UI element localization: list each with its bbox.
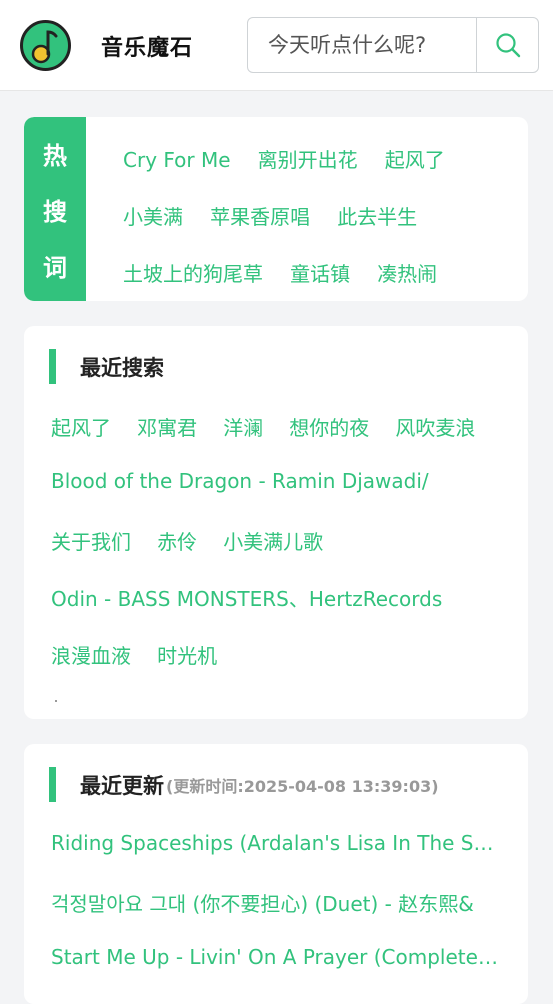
- recent-search-link[interactable]: Blood of the Dragon - Ramin Djawadi/: [51, 469, 429, 493]
- hot-search-badge: 热 搜 词: [24, 117, 86, 301]
- recent-search-link[interactable]: 风吹麦浪: [395, 416, 475, 440]
- recent-search-link[interactable]: 洋澜: [223, 416, 263, 440]
- update-timestamp: (更新时间:2025-04-08 13:39:03): [166, 776, 439, 796]
- hot-word-link[interactable]: 苹果香原唱: [210, 205, 310, 229]
- recent-search-link[interactable]: 浪漫血液: [51, 644, 131, 668]
- recent-search-link[interactable]: Odin - BASS MONSTERS、HertzRecords: [51, 587, 442, 611]
- recent-search-link[interactable]: 赤伶: [157, 530, 197, 554]
- search-icon: [495, 33, 520, 58]
- hot-word-link[interactable]: 此去半生: [337, 205, 417, 229]
- recent-search-link[interactable]: 时光机: [157, 644, 217, 668]
- recent-search-link[interactable]: 起风了: [51, 416, 111, 440]
- badge-char: 搜: [43, 197, 67, 226]
- hot-word-link[interactable]: 童话镇: [290, 262, 350, 286]
- recent-search-link[interactable]: 邓寓君: [137, 416, 197, 440]
- recent-updates-title: 最近更新: [80, 773, 164, 798]
- badge-char: 热: [43, 141, 67, 170]
- search-input[interactable]: [248, 18, 476, 72]
- hot-search-row: 土坡上的狗尾草 童话镇 凑热闹: [123, 258, 459, 287]
- hot-word-link[interactable]: 凑热闹: [377, 262, 437, 286]
- search-button[interactable]: [476, 18, 538, 72]
- update-item-link[interactable]: Riding Spaceships (Ardalan's Lisa In The…: [51, 831, 501, 855]
- section-header: 最近搜索: [49, 349, 164, 384]
- hot-search-row: 小美满 苹果香原唱 此去半生: [123, 201, 439, 230]
- hot-word-link[interactable]: 起风了: [385, 148, 445, 172]
- decorative-dot: [55, 700, 57, 702]
- recent-search-row: Blood of the Dragon - Ramin Djawadi/: [51, 469, 450, 493]
- app-title[interactable]: 音乐魔石: [101, 30, 193, 62]
- section-accent-bar: [49, 349, 56, 384]
- recent-search-title: 最近搜索: [80, 355, 164, 380]
- app-header: 音乐魔石: [0, 0, 553, 91]
- hot-word-link[interactable]: 小美满: [123, 205, 183, 229]
- recent-search-row: 起风了 邓寓君 洋澜 想你的夜 风吹麦浪: [51, 412, 496, 441]
- search-box: [247, 17, 539, 73]
- recent-updates-card: 最近更新 (更新时间:2025-04-08 13:39:03) Riding S…: [24, 744, 528, 1004]
- hot-word-link[interactable]: 离别开出花: [258, 148, 358, 172]
- recent-search-row: 浪漫血液 时光机: [51, 640, 238, 669]
- recent-search-card: 最近搜索 起风了 邓寓君 洋澜 想你的夜 风吹麦浪 Blood of the D…: [24, 326, 528, 719]
- badge-char: 词: [43, 253, 67, 282]
- music-note-logo-icon[interactable]: [19, 19, 72, 72]
- hot-search-row: Cry For Me 离别开出花 起风了: [123, 144, 467, 173]
- hot-word-link[interactable]: Cry For Me: [123, 148, 231, 172]
- update-item-link[interactable]: Start Me Up - Livin' On A Prayer (Comple…: [51, 945, 501, 969]
- update-item-link[interactable]: 걱정말아요 그대 (你不要担心) (Duet) - 赵东熙&: [51, 888, 501, 917]
- recent-search-link[interactable]: 关于我们: [51, 530, 131, 554]
- section-accent-bar: [49, 767, 56, 802]
- recent-search-link[interactable]: 想你的夜: [289, 416, 369, 440]
- recent-search-link[interactable]: 小美满儿歌: [223, 530, 323, 554]
- recent-search-row: Odin - BASS MONSTERS、HertzRecords: [51, 583, 463, 612]
- section-header: 最近更新 (更新时间:2025-04-08 13:39:03): [49, 767, 439, 802]
- hot-search-card: 热 搜 词 Cry For Me 离别开出花 起风了 小美满 苹果香原唱 此去半…: [24, 117, 528, 301]
- hot-word-link[interactable]: 土坡上的狗尾草: [123, 262, 263, 286]
- recent-search-row: 关于我们 赤伶 小美满儿歌: [51, 526, 344, 555]
